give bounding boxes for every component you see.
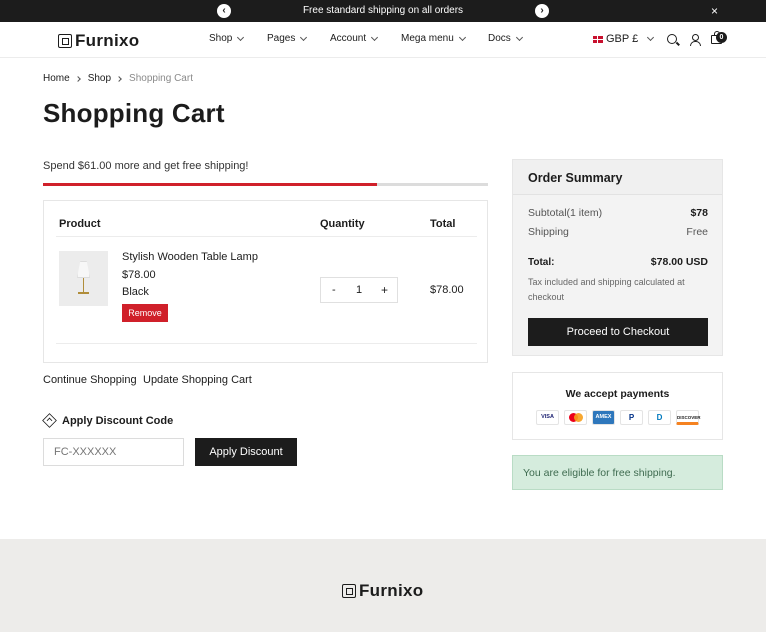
close-icon[interactable]: × [711, 4, 718, 18]
page-title: Shopping Cart [43, 98, 225, 128]
tax-note: Tax included and shipping calculated at … [528, 277, 685, 302]
increase-quantity-button[interactable]: + [381, 283, 388, 297]
remove-button[interactable]: Remove [122, 304, 168, 322]
divider [56, 236, 477, 237]
chevron-down-icon [458, 33, 466, 41]
subtotal-row: Subtotal(1 item) $78 [528, 207, 708, 219]
user-icon[interactable] [690, 34, 701, 46]
chevron-down-icon [300, 33, 308, 41]
nav-docs[interactable]: Docs [488, 33, 523, 44]
order-summary-title: Order Summary [528, 171, 623, 185]
chevron-down-icon [237, 33, 245, 41]
breadcrumb-home[interactable]: Home [43, 73, 70, 84]
cart-table: Product Quantity Total Stylish Wooden Ta… [43, 200, 488, 363]
column-header-total: Total [430, 218, 456, 230]
nav-mega-menu[interactable]: Mega menu [401, 33, 466, 44]
free-shipping-message: Spend $61.00 more and get free shipping! [43, 160, 249, 172]
update-cart-link[interactable]: Update Shopping Cart [143, 374, 252, 386]
nav-account[interactable]: Account [330, 33, 379, 44]
shipping-row: Shipping Free [528, 226, 708, 238]
uk-flag-icon [593, 35, 603, 43]
chevron-down-icon [515, 33, 523, 41]
quantity-stepper: - 1 + [320, 277, 398, 303]
announcement-message: Free standard shipping on all orders [302, 5, 464, 16]
breadcrumb-current: Shopping Cart [129, 73, 193, 84]
package-icon [42, 413, 57, 428]
currency-selector[interactable]: GBP £ [593, 33, 655, 45]
product-variant: Black [122, 286, 149, 298]
currency-label: GBP £ [606, 33, 639, 45]
nav-shop[interactable]: Shop [209, 33, 245, 44]
column-header-product: Product [59, 218, 101, 230]
lamp-base [78, 292, 89, 294]
cart-count-badge: 0 [716, 32, 727, 43]
breadcrumb: Home Shop Shopping Cart [43, 73, 193, 84]
shipping-progress-fill [43, 183, 377, 186]
search-icon[interactable] [667, 34, 677, 44]
nav-label: Shop [209, 33, 233, 44]
chevron-down-icon [371, 33, 379, 41]
discount-code-input[interactable] [43, 438, 184, 466]
shipping-label: Shipping [528, 226, 569, 238]
payment-icons: VISA AMEX P D DISCOVER [536, 410, 704, 425]
order-summary-header: Order Summary [513, 160, 722, 195]
apply-discount-button[interactable]: Apply Discount [195, 438, 297, 466]
shipping-progress-bar [43, 183, 488, 186]
logo-text: Furnixo [75, 31, 140, 50]
total-label: Total: [528, 257, 555, 268]
chevron-down-icon [647, 33, 655, 42]
payments-title: We accept payments [565, 388, 670, 400]
subtotal-label: Subtotal(1 item) [528, 207, 603, 219]
chevron-right-icon [74, 75, 81, 82]
shipping-value: Free [686, 226, 708, 238]
divider [56, 343, 477, 344]
announcement-bar: ‹ Free standard shipping on all orders ›… [0, 0, 766, 22]
nav-label: Pages [267, 33, 296, 44]
lamp-shade [77, 261, 90, 278]
chevron-right-icon [116, 75, 122, 82]
footer-logo[interactable]: Furnixo [342, 581, 423, 601]
diners-icon: D [648, 410, 671, 425]
site-footer: Furnixo [0, 539, 766, 632]
amex-icon: AMEX [592, 410, 615, 425]
logo-mark-icon [342, 584, 356, 598]
site-header: Furnixo Shop Pages Account Mega menu Doc… [0, 22, 766, 58]
continue-shopping-link[interactable]: Continue Shopping [43, 374, 137, 386]
column-header-quantity: Quantity [320, 218, 365, 230]
paypal-icon: P [620, 410, 643, 425]
total-row: Total: $78.00 USD [528, 256, 708, 268]
nav-label: Account [330, 33, 367, 44]
breadcrumb-shop[interactable]: Shop [88, 73, 111, 84]
nav-pages[interactable]: Pages [267, 33, 308, 44]
payment-methods: We accept payments VISA AMEX P D DISCOVE… [512, 372, 723, 440]
line-total: $78.00 [430, 284, 464, 296]
logo-mark-icon [58, 34, 72, 48]
discount-title: Apply Discount Code [62, 414, 174, 427]
product-image[interactable] [59, 251, 108, 306]
discount-heading: Apply Discount Code [42, 413, 174, 428]
footer-logo-text: Furnixo [359, 581, 424, 600]
subtotal-value: $78 [690, 207, 708, 219]
nav-label: Mega menu [401, 33, 454, 44]
lamp-stem [83, 278, 84, 292]
checkout-button[interactable]: Proceed to Checkout [528, 318, 708, 346]
free-shipping-eligible-notice: You are eligible for free shipping. [512, 455, 723, 490]
product-price: $78.00 [122, 269, 156, 281]
logo[interactable]: Furnixo [58, 31, 139, 51]
product-name[interactable]: Stylish Wooden Table Lamp [122, 251, 258, 263]
order-summary: Order Summary Subtotal(1 item) $78 Shipp… [512, 159, 723, 356]
nav-label: Docs [488, 33, 511, 44]
chevron-right-icon[interactable]: › [535, 4, 549, 18]
discover-icon: DISCOVER [676, 410, 701, 425]
visa-icon: VISA [536, 410, 559, 425]
total-value: $78.00 USD [650, 256, 708, 268]
mastercard-icon [564, 410, 587, 425]
